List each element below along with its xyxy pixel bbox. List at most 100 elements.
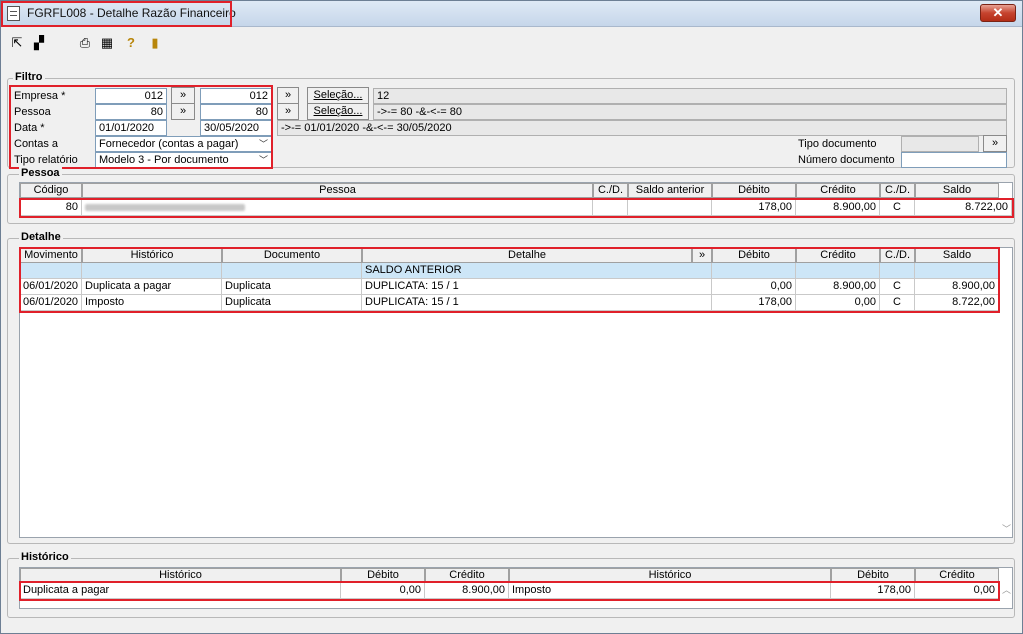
data-to-input[interactable]: 30/05/2020	[200, 120, 272, 136]
title-bar: FGRFL008 - Detalhe Razão Financeiro ✕	[1, 1, 1022, 27]
grid-icon[interactable]: ▦	[99, 35, 115, 51]
pessoa-col-credito[interactable]: Crédito	[796, 183, 880, 198]
detalhe-col-saldo[interactable]: Saldo	[915, 248, 999, 263]
first-icon[interactable]: ⇱	[9, 35, 25, 51]
empresa-from-input[interactable]: 012	[95, 88, 167, 104]
detalhe-row-2-documento[interactable]: Duplicata	[222, 295, 362, 311]
pessoa-to-jump-button[interactable]: »	[277, 103, 299, 120]
historico-row-historico-1[interactable]: Duplicata a pagar	[20, 583, 341, 599]
pessoa-debito-cell[interactable]: 178,00	[712, 200, 796, 216]
print-icon[interactable]: ⎙	[77, 35, 93, 51]
filtro-label: Filtro	[13, 71, 45, 83]
saldo-anterior-label[interactable]: SALDO ANTERIOR	[362, 263, 712, 279]
pessoa-jump-button[interactable]: »	[171, 103, 195, 120]
historico-row-debito-1[interactable]: 0,00	[341, 583, 425, 599]
redacted-name	[85, 204, 245, 211]
pessoa-summary: ->-= 80 -&-<-= 80	[373, 104, 1007, 120]
saldo-anterior-debito-cell[interactable]	[712, 263, 796, 279]
detalhe-col-credito[interactable]: Crédito	[796, 248, 880, 263]
exit-icon[interactable]: ▮	[147, 35, 163, 51]
detalhe-row-2-debito[interactable]: 178,00	[712, 295, 796, 311]
empresa-to-input[interactable]: 012	[200, 88, 272, 104]
historico-row-credito-2[interactable]: 0,00	[915, 583, 999, 599]
pessoa-col-debito[interactable]: Débito	[712, 183, 796, 198]
pessoa-selecao-button[interactable]: Seleção...	[307, 103, 369, 120]
detalhe-row-1-detalhe[interactable]: DUPLICATA: 15 / 1	[362, 279, 712, 295]
historico-row-debito-2[interactable]: 178,00	[831, 583, 915, 599]
data-summary: ->-= 01/01/2020 -&-<-= 30/05/2020	[277, 120, 1007, 136]
saldo-anterior-saldo-cell[interactable]	[915, 263, 999, 279]
contas-select[interactable]: Fornecedor (contas a pagar) ﹀	[95, 136, 272, 152]
empresa-selecao-button[interactable]: Seleção...	[307, 87, 369, 104]
help-icon[interactable]: ?	[123, 35, 139, 51]
detalhe-row-1-credito[interactable]: 8.900,00	[796, 279, 880, 295]
detalhe-col-documento[interactable]: Documento	[222, 248, 362, 263]
pessoa-saldo-anterior-cell[interactable]	[628, 200, 712, 216]
historico-col-credito-2[interactable]: Crédito	[915, 568, 999, 583]
historico-col-credito-1[interactable]: Crédito	[425, 568, 509, 583]
saldo-anterior-selector[interactable]	[20, 263, 82, 279]
pessoa-col-pessoa[interactable]: Pessoa	[82, 183, 593, 198]
detalhe-col-debito[interactable]: Débito	[712, 248, 796, 263]
saldo-anterior-credito-cell[interactable]	[796, 263, 880, 279]
pessoa-col-codigo[interactable]: Código	[20, 183, 82, 198]
window-title: FGRFL008 - Detalhe Razão Financeiro	[27, 6, 236, 20]
saldo-anterior-cd-cell[interactable]	[880, 263, 915, 279]
detalhe-row-1-cd[interactable]: C	[880, 279, 915, 295]
saldo-anterior-historico-cell[interactable]	[82, 263, 222, 279]
detalhe-row-1-saldo[interactable]: 8.900,00	[915, 279, 999, 295]
detalhe-col-cd[interactable]: C./D.	[880, 248, 915, 263]
historico-col-debito-1[interactable]: Débito	[341, 568, 425, 583]
tipo-relatorio-select[interactable]: Modelo 3 - Por documento ﹀	[95, 152, 272, 168]
scroll-up-icon[interactable]: ︿	[1002, 583, 1011, 596]
detalhe-row-2-credito[interactable]: 0,00	[796, 295, 880, 311]
historico-col-historico-2[interactable]: Histórico	[509, 568, 831, 583]
detalhe-col-detalhe[interactable]: Detalhe	[362, 248, 692, 263]
pessoa-saldo-cell[interactable]: 8.722,00	[915, 200, 1012, 216]
pessoa-cd2-cell[interactable]: C	[880, 200, 915, 216]
data-from-input[interactable]: 01/01/2020	[95, 120, 167, 136]
saldo-anterior-documento-cell[interactable]	[222, 263, 362, 279]
tipo-documento-jump-button[interactable]: »	[983, 135, 1007, 152]
close-button[interactable]: ✕	[980, 4, 1016, 22]
detalhe-row-2-detalhe[interactable]: DUPLICATA: 15 / 1	[362, 295, 712, 311]
empresa-jump-button[interactable]: »	[171, 87, 195, 104]
pessoa-col-saldo-anterior[interactable]: Saldo anterior	[628, 183, 712, 198]
contas-label: Contas a	[14, 138, 59, 150]
empresa-to-jump-button[interactable]: »	[277, 87, 299, 104]
detalhe-row-2-cd[interactable]: C	[880, 295, 915, 311]
detalhe-col-historico[interactable]: Histórico	[82, 248, 222, 263]
pessoa-codigo-cell[interactable]: 80	[20, 200, 82, 216]
historico-row-historico-2[interactable]: Imposto	[509, 583, 831, 599]
pessoa-group-label: Pessoa	[19, 167, 62, 179]
main-window: FGRFL008 - Detalhe Razão Financeiro ✕ ⇱ …	[0, 0, 1023, 634]
historico-col-debito-2[interactable]: Débito	[831, 568, 915, 583]
historico-row-credito-1[interactable]: 8.900,00	[425, 583, 509, 599]
pessoa-col-cd1[interactable]: C./D.	[593, 183, 628, 198]
pessoa-to-input[interactable]: 80	[200, 104, 272, 120]
detalhe-row-2-movimento[interactable]: 06/01/2020	[20, 295, 82, 311]
pessoa-from-input[interactable]: 80	[95, 104, 167, 120]
chevron-down-icon: ﹀	[258, 155, 268, 165]
pessoa-credito-cell[interactable]: 8.900,00	[796, 200, 880, 216]
detalhe-row-2-historico[interactable]: Imposto	[82, 295, 222, 311]
scroll-down-icon[interactable]: ﹀	[1002, 522, 1011, 535]
data-label: Data *	[14, 122, 45, 134]
detalhe-row-2-saldo[interactable]: 8.722,00	[915, 295, 999, 311]
pessoa-col-saldo[interactable]: Saldo	[915, 183, 999, 198]
pessoa-name-cell[interactable]	[82, 200, 593, 216]
navigate-icon[interactable]: ▞	[31, 35, 47, 51]
numero-documento-input[interactable]	[901, 152, 1007, 168]
detalhe-row-1-debito[interactable]: 0,00	[712, 279, 796, 295]
chevron-down-icon: ﹀	[258, 139, 268, 149]
historico-col-historico-1[interactable]: Histórico	[20, 568, 341, 583]
contas-value: Fornecedor (contas a pagar)	[99, 138, 239, 150]
pessoa-col-cd2[interactable]: C./D.	[880, 183, 915, 198]
detalhe-row-1-movimento[interactable]: 06/01/2020	[20, 279, 82, 295]
detalhe-col-movimento[interactable]: Movimento	[20, 248, 82, 263]
pessoa-cd1-cell[interactable]	[593, 200, 628, 216]
tipo-documento-input[interactable]	[901, 136, 979, 152]
detalhe-row-1-historico[interactable]: Duplicata a pagar	[82, 279, 222, 295]
detalhe-row-1-documento[interactable]: Duplicata	[222, 279, 362, 295]
detalhe-expand-button[interactable]: »	[692, 248, 712, 263]
